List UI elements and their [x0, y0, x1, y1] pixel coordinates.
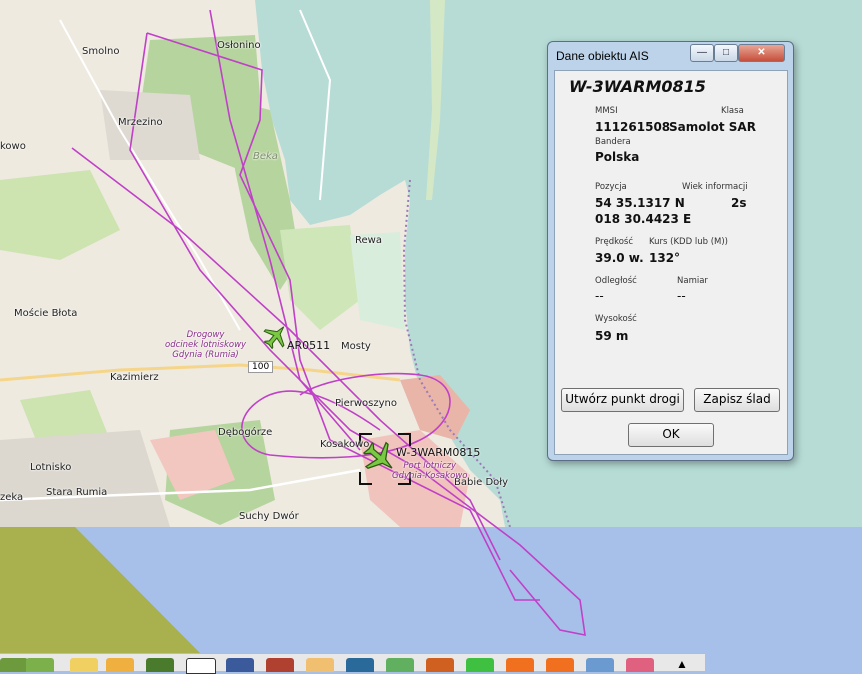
minimize-button[interactable]: — [690, 44, 714, 62]
speed-label: Prędkość [595, 237, 634, 247]
dialog-title: Dane obiektu AIS [556, 49, 649, 63]
vessel-name: W-3WARM0815 [569, 77, 706, 96]
class-label: Klasa [721, 106, 744, 116]
course-label: Kurs (KDD lub (M)) [649, 237, 728, 247]
runway-label: Drogowy odcinek lotniskowy Gdynia (Rumia) [165, 330, 247, 360]
place-label: Beka [253, 151, 278, 162]
flag-value: Polska [595, 150, 640, 164]
place-label: Suchy Dwór [239, 511, 299, 522]
create-waypoint-button[interactable]: Utwórz punkt drogi [561, 388, 684, 412]
road-number: 100 [248, 361, 274, 373]
class-value: Samolot SAR [669, 120, 756, 134]
bearing-value: -- [677, 289, 686, 303]
place-label: Moście Błota [14, 308, 78, 319]
airport-label: Port lotniczy Gdynia-Kosakowo [392, 461, 468, 481]
place-label: Stara Rumia [46, 487, 108, 498]
age-value: 2s [731, 196, 747, 210]
latitude-value: 54 35.1317 N [595, 196, 685, 210]
save-track-button[interactable]: Zapisz ślad [694, 388, 780, 412]
vessel-label[interactable]: AR0511 [287, 339, 330, 352]
place-label: Rewa [355, 235, 382, 246]
longitude-value: 018 30.4423 E [595, 212, 692, 226]
place-label: zeka [0, 492, 24, 503]
maximize-button[interactable]: □ [714, 44, 738, 62]
place-label: Mosty [341, 341, 371, 352]
dialog-titlebar[interactable]: Dane obiektu AIS — □ ✕ [548, 42, 793, 69]
altitude-value: 59 m [595, 329, 629, 343]
place-label: Kosakowo [320, 439, 370, 450]
flag-label: Bandera [595, 137, 631, 147]
place-label: kowo [0, 141, 26, 152]
place-label: Lotnisko [30, 462, 72, 473]
distance-value: -- [595, 289, 604, 303]
distance-label: Odległość [595, 276, 637, 286]
dialog-client: W-3WARM0815 MMSI Klasa 111261508 Samolot… [554, 70, 788, 455]
age-label: Wiek informacji [682, 182, 748, 192]
place-label: Pierwoszyno [335, 398, 397, 409]
toolbar: ▲ [0, 653, 705, 674]
ok-button[interactable]: OK [628, 423, 714, 447]
altitude-label: Wysokość [595, 314, 637, 324]
speed-value: 39.0 w. [595, 251, 644, 265]
bearing-label: Namiar [677, 276, 708, 286]
vessel-label[interactable]: W-3WARM0815 [396, 446, 480, 459]
place-label: Smolno [82, 46, 120, 57]
place-label: Kazimierz [110, 372, 159, 383]
mmsi-value: 111261508 [595, 120, 671, 134]
close-button[interactable]: ✕ [738, 44, 785, 62]
course-value: 132° [649, 251, 681, 265]
position-label: Pozycja [595, 182, 627, 192]
mmsi-label: MMSI [595, 106, 618, 116]
place-label: Dębogórze [218, 427, 273, 438]
ais-info-dialog: Dane obiektu AIS — □ ✕ W-3WARM0815 MMSI … [547, 41, 794, 461]
tool-icon[interactable] [186, 658, 216, 674]
place-label: Osłonino [217, 40, 261, 51]
place-label: Mrzezino [118, 117, 163, 128]
